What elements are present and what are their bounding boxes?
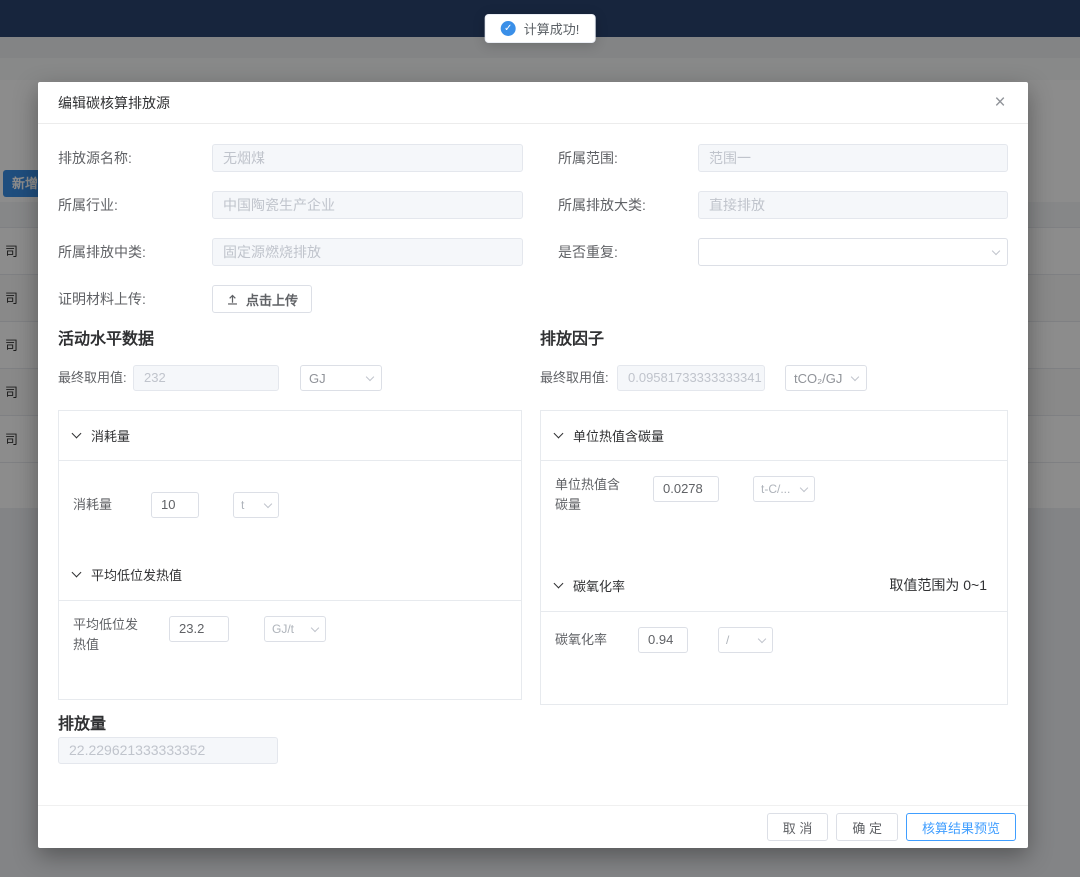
consumption-unit-select[interactable]: t xyxy=(233,492,279,518)
calorific-input[interactable]: 23.2 xyxy=(169,616,229,642)
carbon-content-unit-value: t-C/... xyxy=(761,482,790,496)
confirm-button[interactable]: 确 定 xyxy=(836,813,898,841)
upload-button-label: 点击上传 xyxy=(246,290,298,309)
close-icon[interactable]: × xyxy=(988,91,1012,115)
mid-category-input: 固定源燃烧排放 xyxy=(212,238,523,266)
oxidation-unit-select[interactable]: / xyxy=(718,627,773,653)
major-category-input: 直接排放 xyxy=(698,191,1008,219)
chevron-down-icon xyxy=(366,372,374,380)
dialog-footer: 取 消 确 定 核算结果预览 xyxy=(38,805,1028,848)
calorific-panel: 平均低位发热值 平均低位发热值 23.2 GJ/t xyxy=(59,549,521,698)
panel-title: 平均低位发热值 xyxy=(91,565,182,584)
duplicate-label: 是否重复: xyxy=(558,238,618,266)
activity-section-title: 活动水平数据 xyxy=(58,325,154,349)
carbon-content-input[interactable]: 0.0278 xyxy=(653,476,719,502)
industry-label: 所属行业: xyxy=(58,191,118,219)
source-name-label: 排放源名称: xyxy=(58,144,132,172)
scope-input: 范围一 xyxy=(698,144,1008,172)
panel-title: 碳氧化率 xyxy=(573,576,625,595)
industry-input: 中国陶瓷生产企业 xyxy=(212,191,523,219)
chevron-down-icon xyxy=(554,429,564,439)
preview-result-button[interactable]: 核算结果预览 xyxy=(906,813,1016,841)
activity-final-label: 最终取用值: xyxy=(58,365,127,391)
factor-final-label: 最终取用值: xyxy=(540,365,609,391)
panel-title: 单位热值含碳量 xyxy=(573,426,664,445)
carbon-content-panel-body: 单位热值含碳量 0.0278 t-C/... xyxy=(541,461,1007,559)
activity-final-input: 232 xyxy=(133,365,279,391)
oxidation-field-label: 碳氧化率 xyxy=(555,630,607,650)
oxidation-range-note: 取值范围为 0~1 xyxy=(889,575,993,595)
activity-collapse: 消耗量 消耗量 10 t 平均低位发热值 平均低位发热值 23.2 GJ/t xyxy=(58,410,522,700)
calorific-panel-body: 平均低位发热值 23.2 GJ/t xyxy=(59,601,521,698)
oxidation-panel-header[interactable]: 碳氧化率 取值范围为 0~1 xyxy=(541,559,1007,612)
mid-category-label: 所属排放中类: xyxy=(58,238,146,266)
factor-collapse: 单位热值含碳量 单位热值含碳量 0.0278 t-C/... 碳氧化率 取值范围… xyxy=(540,410,1008,705)
activity-unit-select[interactable]: GJ xyxy=(300,365,382,391)
upload-label: 证明材料上传: xyxy=(58,285,146,313)
chevron-down-icon xyxy=(72,568,82,578)
carbon-content-field-label: 单位热值含碳量 xyxy=(555,475,627,515)
dialog-header: 编辑碳核算排放源 × xyxy=(38,82,1028,124)
chevron-down-icon xyxy=(264,499,272,507)
chevron-down-icon xyxy=(992,246,1000,254)
emission-result-input: 22.229621333333352 xyxy=(58,737,278,764)
consumption-panel: 消耗量 消耗量 10 t xyxy=(59,411,521,549)
oxidation-unit-value: / xyxy=(726,633,729,647)
success-check-icon: ✓ xyxy=(501,21,516,36)
dialog-title: 编辑碳核算排放源 xyxy=(58,82,170,124)
panel-title: 消耗量 xyxy=(91,426,130,445)
emission-section-title: 排放量 xyxy=(58,710,106,734)
cancel-button[interactable]: 取 消 xyxy=(767,813,829,841)
success-toast: ✓ 计算成功! xyxy=(485,14,596,43)
carbon-content-panel: 单位热值含碳量 单位热值含碳量 0.0278 t-C/... xyxy=(541,411,1007,559)
oxidation-panel: 碳氧化率 取值范围为 0~1 碳氧化率 0.94 / xyxy=(541,559,1007,702)
duplicate-select[interactable] xyxy=(698,238,1008,266)
factor-unit-value: tCO₂/GJ xyxy=(794,371,842,386)
upload-button[interactable]: 点击上传 xyxy=(212,285,312,313)
factor-section-title: 排放因子 xyxy=(540,325,604,349)
activity-unit-value: GJ xyxy=(309,371,326,386)
oxidation-input[interactable]: 0.94 xyxy=(638,627,688,653)
consumption-field-label: 消耗量 xyxy=(73,495,112,515)
chevron-down-icon xyxy=(311,623,319,631)
consumption-unit-value: t xyxy=(241,498,244,512)
chevron-down-icon xyxy=(851,372,859,380)
chevron-down-icon xyxy=(758,634,766,642)
oxidation-panel-body: 碳氧化率 0.94 / xyxy=(541,612,1007,702)
calorific-unit-select[interactable]: GJ/t xyxy=(264,616,326,642)
major-category-label: 所属排放大类: xyxy=(558,191,646,219)
chevron-down-icon xyxy=(800,483,808,491)
toast-message: 计算成功! xyxy=(524,19,580,38)
consumption-input[interactable]: 10 xyxy=(151,492,199,518)
calorific-panel-header[interactable]: 平均低位发热值 xyxy=(59,549,521,601)
consumption-panel-body: 消耗量 10 t xyxy=(59,461,521,549)
chevron-down-icon xyxy=(554,578,564,588)
factor-final-input: 0.09581733333333341 xyxy=(617,365,765,391)
calorific-unit-value: GJ/t xyxy=(272,622,294,636)
source-name-input: 无烟煤 xyxy=(212,144,523,172)
edit-emission-source-dialog: 编辑碳核算排放源 × 排放源名称: 无烟煤 所属范围: 范围一 所属行业: 中国… xyxy=(38,82,1028,848)
calorific-field-label: 平均低位发热值 xyxy=(73,615,145,655)
chevron-down-icon xyxy=(72,429,82,439)
upload-icon xyxy=(226,293,239,306)
carbon-content-panel-header[interactable]: 单位热值含碳量 xyxy=(541,411,1007,461)
consumption-panel-header[interactable]: 消耗量 xyxy=(59,411,521,461)
scope-label: 所属范围: xyxy=(558,144,618,172)
carbon-content-unit-select[interactable]: t-C/... xyxy=(753,476,815,502)
factor-unit-select[interactable]: tCO₂/GJ xyxy=(785,365,867,391)
